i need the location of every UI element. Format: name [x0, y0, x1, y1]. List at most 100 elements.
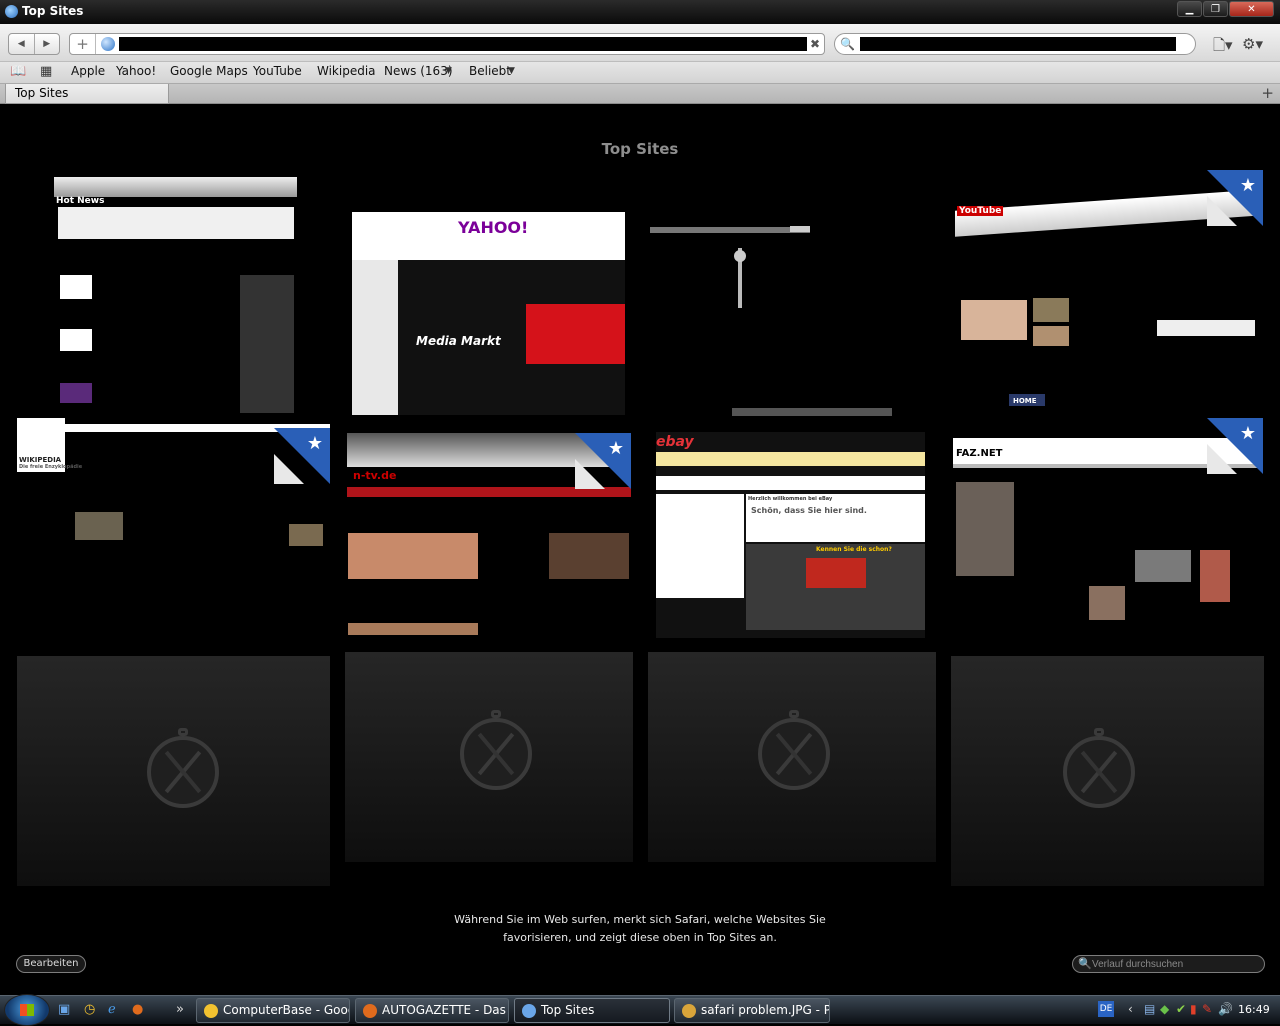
network-icon[interactable]: ▤ — [1144, 1002, 1155, 1016]
grid-icon[interactable]: ▦ — [40, 64, 52, 79]
window-title: Top Sites — [22, 4, 84, 18]
pinned-badge[interactable]: ★ — [1207, 170, 1263, 226]
safari-compass-icon — [1063, 728, 1135, 808]
close-button[interactable]: ✕ — [1229, 1, 1274, 17]
car-image — [806, 558, 866, 588]
thumbnail-ntv[interactable]: n-tv.de ★ — [347, 433, 631, 637]
task-label: AUTOGAZETTE - Das ... — [382, 1003, 509, 1017]
forward-button[interactable]: ▶ — [35, 34, 60, 54]
thumb-heading: Hot News — [56, 196, 105, 206]
yahoo-logo: YAHOO! — [458, 218, 529, 237]
video-thumb — [1033, 298, 1069, 322]
minimize-button[interactable]: ▁ — [1177, 1, 1202, 17]
wikipedia-subtitle: Die freie Enzyklopädie — [19, 464, 83, 470]
add-bookmark-icon[interactable]: + — [70, 34, 96, 54]
star-icon: ★ — [607, 438, 624, 459]
media-markt-logo: Media Markt — [416, 334, 501, 348]
gear-icon[interactable]: ⚙▾ — [1242, 35, 1263, 53]
clock-app-icon[interactable]: ◷ — [84, 1002, 95, 1017]
ie-icon[interactable]: ℯ — [108, 1002, 116, 1017]
info-line-1: Während Sie im Web surfen, merkt sich Sa… — [454, 913, 826, 926]
taskbar: ▣ ◷ ℯ ● » ComputerBase - Googl... AUTOGA… — [0, 994, 1280, 1026]
chevron-right-icon[interactable]: » — [176, 1002, 184, 1017]
empty-slot — [17, 656, 330, 886]
bookmark-yahoo[interactable]: Yahoo! — [116, 64, 156, 78]
bookmark-news[interactable]: News (163) — [384, 64, 453, 78]
bottom-image — [348, 623, 478, 635]
chevron-left-icon[interactable]: ‹ — [1128, 1002, 1133, 1016]
firefox-icon[interactable]: ● — [132, 1002, 143, 1017]
thumbnail-ebay[interactable]: ebay Herzlich willkommen bei eBay Schön,… — [656, 432, 925, 638]
nav-buttons: ◀ ▶ — [8, 33, 60, 55]
pinned-badge[interactable]: ★ — [575, 433, 631, 489]
thumbnail-yahoo[interactable]: YAHOO! Media Markt — [352, 212, 625, 415]
new-tab-icon[interactable]: + — [1261, 84, 1274, 102]
globe-icon — [101, 37, 115, 51]
task-label: Top Sites — [541, 1003, 595, 1017]
search-bar: 🔍 — [834, 33, 1196, 55]
maximize-button[interactable]: ❐ — [1203, 1, 1228, 17]
main-image — [348, 533, 478, 579]
search-button — [790, 226, 810, 232]
bookmark-youtube[interactable]: YouTube — [253, 64, 302, 78]
pinned-badge[interactable]: ★ — [1207, 418, 1263, 474]
book-icon[interactable]: 📖 — [10, 64, 26, 79]
firefox-icon — [363, 1004, 377, 1018]
search-input[interactable] — [860, 37, 1176, 51]
bookmark-beliebt[interactable]: Beliebt — [469, 64, 511, 78]
volume-icon[interactable]: 🔊 — [1218, 1002, 1233, 1016]
tab-bar: Top Sites + — [0, 84, 1280, 104]
youtube-logo: YouTube — [957, 206, 1004, 216]
ntv-logo: n-tv.de — [353, 469, 397, 482]
ebay-welcome-text: Herzlich willkommen bei eBay — [748, 496, 833, 502]
stop-icon[interactable]: ✖ — [810, 37, 820, 51]
shield-icon[interactable]: ✔ — [1176, 1002, 1186, 1016]
task-safari[interactable]: Top Sites — [514, 998, 670, 1023]
tab-top-sites[interactable]: Top Sites — [5, 84, 169, 104]
thumbnail-youtube[interactable]: YouTube HOME ★ — [955, 170, 1263, 406]
bookmark-wikipedia[interactable]: Wikipedia — [317, 64, 376, 78]
thumbnail-wikipedia[interactable]: WIKIPEDIA Die freie Enzyklopädie ★ — [17, 418, 330, 646]
language-indicator[interactable]: DE — [1098, 1001, 1114, 1017]
thumbnail-google-maps[interactable] — [650, 222, 930, 418]
news-image — [1135, 550, 1191, 582]
page-menu-icon[interactable]: 🗋▾ — [1213, 35, 1233, 60]
edit-button[interactable]: Bearbeiten — [16, 955, 86, 973]
start-button[interactable] — [4, 994, 50, 1026]
ebay-know-text: Kennen Sie die schon? — [816, 546, 892, 553]
search-icon[interactable]: 🔍 — [840, 37, 855, 51]
thumbnail-apple[interactable]: Hot News — [54, 177, 297, 413]
task-firefox[interactable]: AUTOGAZETTE - Das ... — [355, 998, 509, 1023]
bookmarks-bar: 📖 ▦ Apple Yahoo! Google Maps YouTube Wik… — [0, 62, 1280, 84]
news-image — [956, 482, 1014, 576]
task-paint[interactable]: safari problem.JPG - P... — [674, 998, 830, 1023]
bookmark-apple[interactable]: Apple — [71, 64, 105, 78]
empty-slot — [951, 656, 1264, 886]
chevron-down-icon[interactable]: ▼ — [508, 66, 515, 76]
chevron-down-icon[interactable]: ▼ — [445, 66, 452, 76]
desktop-icon[interactable]: ▣ — [58, 1002, 70, 1017]
star-icon: ★ — [306, 433, 323, 454]
back-button[interactable]: ◀ — [9, 34, 35, 54]
video-thumb — [1033, 326, 1069, 346]
info-line-2: favorisieren, und zeigt diese oben in To… — [503, 931, 777, 944]
task-chrome[interactable]: ComputerBase - Googl... — [196, 998, 350, 1023]
url-input[interactable] — [119, 37, 807, 51]
faz-logo: FAZ.NET — [956, 448, 1003, 459]
ad-block — [526, 304, 625, 364]
star-icon: ★ — [1239, 423, 1256, 444]
thumbnail-faz[interactable]: FAZ.NET ★ — [953, 418, 1263, 650]
image-block — [60, 383, 92, 403]
antivirus-icon[interactable]: ✎ — [1202, 1002, 1212, 1016]
clock[interactable]: 16:49 — [1238, 1003, 1270, 1016]
history-search-input[interactable] — [1092, 957, 1257, 971]
bookmark-google-maps[interactable]: Google Maps — [170, 64, 248, 78]
left-nav — [352, 260, 398, 415]
meter-icon[interactable]: ▮ — [1190, 1002, 1197, 1016]
toolbar: ◀ ▶ + ✖ 🔍 🗋▾ ⚙▾ — [0, 24, 1280, 62]
security-icon[interactable]: ◆ — [1160, 1002, 1169, 1016]
side-image — [549, 533, 629, 579]
video-thumb — [961, 300, 1027, 340]
pinned-badge[interactable]: ★ — [274, 428, 330, 484]
window-controls: ▁ ❐ ✕ — [1177, 1, 1274, 17]
